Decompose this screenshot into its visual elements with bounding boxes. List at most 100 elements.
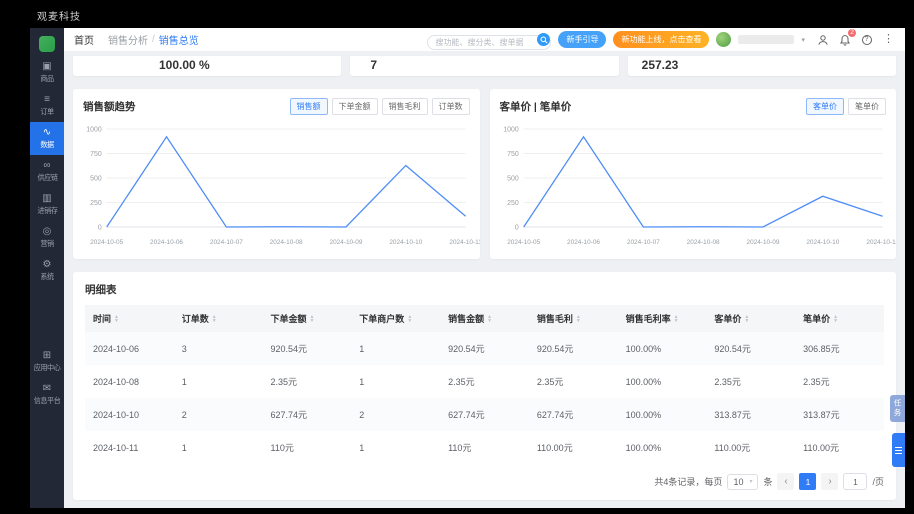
- sidebar-item-marketing[interactable]: ◎ 营销: [30, 221, 64, 254]
- service-float-button[interactable]: [892, 433, 905, 467]
- metric-customer-price-button[interactable]: 客单价: [806, 98, 844, 115]
- sidebar-item-orders[interactable]: ≡ 订单: [30, 89, 64, 122]
- column-header[interactable]: 销售毛利率 ▲ ▼: [617, 305, 707, 332]
- chevron-down-icon: ▾: [749, 479, 753, 485]
- topbar-right: 新手引导 新功能上线，点击查看 ▾ 2 ?: [427, 29, 895, 50]
- sort-icon[interactable]: ▲ ▼: [833, 314, 838, 323]
- sort-icon[interactable]: ▲ ▼: [744, 314, 749, 323]
- chart-card-header: 客单价 | 笔单价 客单价 笔单价: [490, 89, 897, 119]
- contacts-button[interactable]: [816, 33, 829, 46]
- table-cell: 1: [181, 442, 187, 453]
- table-cell: 2.35元: [270, 377, 298, 387]
- sort-icon[interactable]: ▲ ▼: [114, 314, 119, 323]
- breadcrumb: 销售分析 / 销售总览: [108, 32, 199, 47]
- table-header-row: 时间 ▲ ▼ 订单数 ▲ ▼ 下单金额 ▲ ▼ 下单商户数 ▲ ▼ 销售金额 ▲ ▼ 销售毛利 ▲ ▼ 销售毛利率 ▲…: [85, 305, 884, 332]
- goods-icon: ▣: [42, 61, 52, 72]
- column-header-label: 下单金额: [270, 314, 307, 324]
- table-title: 明细表: [85, 284, 117, 296]
- sidebar-item-data[interactable]: ∿ 数据: [30, 122, 64, 155]
- sidebar: ▣ 商品 ≡ 订单 ∿ 数据 ∞ 供应链 ▥ 进销存 ◎ 营销 ⚙ 系统 ⊞ 应…: [30, 28, 64, 508]
- sort-icon[interactable]: ▲ ▼: [212, 314, 217, 323]
- sidebar-logo: [39, 36, 55, 52]
- metric-per-order-price-button[interactable]: 笔单价: [848, 98, 886, 115]
- table-cell: 2024-10-11: [93, 442, 139, 453]
- column-header[interactable]: 销售金额 ▲ ▼: [440, 305, 529, 332]
- chart-title: 客单价 | 笔单价: [499, 101, 572, 113]
- sort-icon[interactable]: ▲ ▼: [674, 314, 679, 323]
- sort-icon[interactable]: ▲ ▼: [487, 314, 492, 323]
- metric-order-amount-button[interactable]: 下单金额: [331, 98, 378, 115]
- search-input[interactable]: [427, 35, 552, 50]
- breadcrumb-current: 销售总览: [158, 36, 199, 47]
- table-cell: 627.74元: [448, 410, 485, 420]
- user-icon: [817, 34, 828, 45]
- info-platform-icon: ✉: [42, 383, 52, 394]
- table-cell: 627.74元: [270, 410, 308, 420]
- notification-badge: 2: [848, 29, 856, 37]
- sidebar-item-info-platform[interactable]: ✉ 信息平台: [30, 378, 64, 411]
- sidebar-item-label: 进销存: [37, 206, 57, 215]
- table-cell: 2024-10-10: [93, 409, 140, 420]
- help-button[interactable]: ?: [860, 33, 873, 46]
- metric-order-count-button[interactable]: 订单数: [431, 98, 470, 115]
- chevron-down-icon[interactable]: ▾: [801, 36, 805, 44]
- sidebar-item-app-center[interactable]: ⊞ 应用中心: [30, 345, 64, 378]
- sort-icon[interactable]: ▲ ▼: [310, 314, 315, 323]
- unit-price-chart-card: 客单价 | 笔单价 客单价 笔单价 0 250 500 750 1000 2024-10-…: [489, 89, 897, 259]
- metric-gross-profit-button[interactable]: 销售毛利: [381, 98, 428, 115]
- sidebar-item-system[interactable]: ⚙ 系统: [30, 254, 64, 287]
- metric-sales-amount-button[interactable]: 销售额: [289, 98, 328, 115]
- task-float-tab[interactable]: 任务: [890, 395, 905, 422]
- column-header[interactable]: 下单商户数 ▲ ▼: [351, 305, 441, 332]
- column-header[interactable]: 时间 ▲ ▼: [85, 305, 174, 332]
- stat-card: 100.00 %: [73, 56, 342, 76]
- sales-trend-line-chart: 0 250 500 750 1000 2024-10-05 2024-10-06 2024-1…: [86, 126, 479, 246]
- table-cell: 2.35元: [803, 377, 830, 387]
- promo-banner-button[interactable]: 新功能上线，点击查看: [613, 31, 710, 48]
- topbar-icons: 2 ? ⋮: [816, 29, 895, 46]
- sidebar-item-supply-chain[interactable]: ∞ 供应链: [30, 155, 64, 188]
- column-header-label: 客单价: [714, 314, 742, 324]
- sidebar-item-goods[interactable]: ▣ 商品: [30, 56, 64, 89]
- sidebar-item-label: 数据: [40, 140, 54, 149]
- column-header-label: 销售金额: [448, 314, 485, 324]
- column-header[interactable]: 下单金额 ▲ ▼: [262, 305, 352, 332]
- sidebar-item-inventory[interactable]: ▥ 进销存: [30, 188, 64, 221]
- notifications-button[interactable]: 2: [838, 29, 856, 46]
- column-header-label: 订单数: [181, 314, 209, 324]
- more-menu-button[interactable]: ⋮: [882, 33, 895, 46]
- pagination-suffix: /页: [872, 477, 884, 487]
- table-row: 2024-10-10 2 627.74元 2 627.74元 627.74元 100.00%…: [85, 398, 884, 431]
- table-cell: 920.54元: [714, 344, 751, 354]
- table-cell: 1: [359, 376, 365, 387]
- column-header-label: 时间: [93, 314, 112, 324]
- column-header[interactable]: 销售毛利 ▲ ▼: [528, 305, 618, 332]
- avatar[interactable]: [716, 32, 732, 47]
- column-header[interactable]: 客单价 ▲ ▼: [706, 305, 796, 332]
- app-center-icon: ⊞: [42, 350, 52, 361]
- sidebar-item-label: 订单: [40, 107, 54, 116]
- breadcrumb-parent[interactable]: 销售分析: [108, 32, 148, 47]
- svg-text:2024-10-11: 2024-10-11: [866, 239, 896, 246]
- sort-icon[interactable]: ▲ ▼: [576, 314, 581, 323]
- next-page-button[interactable]: ›: [821, 473, 839, 490]
- svg-text:0: 0: [514, 224, 518, 231]
- page-size-select[interactable]: 10 ▾: [727, 473, 759, 490]
- dashboard-content: 100.00 % 7 257.23 销售额趋势 销售额 下单金额 销售毛利 订单…: [64, 52, 905, 508]
- pagination: 共4条记录，每页 10 ▾ 条 ‹ 1 › /页: [85, 473, 884, 490]
- stat-value: 100.00 %: [159, 58, 210, 72]
- sort-icon[interactable]: ▲ ▼: [407, 314, 412, 323]
- table-cell: 110.00元: [714, 443, 751, 453]
- page-jump-input[interactable]: [843, 473, 868, 490]
- prev-page-button[interactable]: ‹: [777, 473, 795, 490]
- column-header[interactable]: 笔单价 ▲ ▼: [795, 305, 884, 332]
- guide-button[interactable]: 新手引导: [558, 31, 607, 48]
- current-page-button[interactable]: 1: [799, 473, 817, 490]
- nav-home-link[interactable]: 首页: [74, 32, 94, 47]
- svg-text:750: 750: [90, 151, 102, 158]
- column-header[interactable]: 订单数 ▲ ▼: [173, 305, 263, 332]
- data-chart-icon: ∿: [42, 127, 52, 138]
- table-cell: 100.00%: [625, 442, 662, 453]
- pagination-unit: 条: [763, 477, 773, 487]
- stat-card: 7: [350, 56, 619, 76]
